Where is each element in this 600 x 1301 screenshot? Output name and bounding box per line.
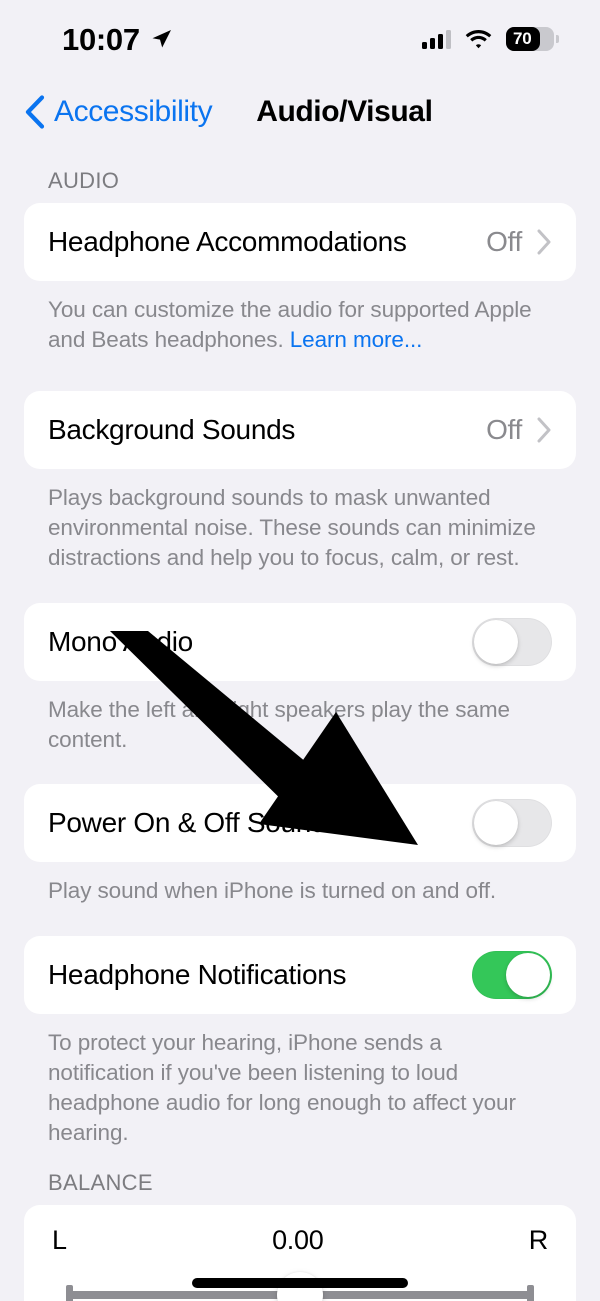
toggle-knob	[474, 619, 518, 664]
chevron-right-icon	[537, 229, 551, 255]
balance-left-label: L	[52, 1225, 67, 1256]
row-label: Headphone Notifications	[48, 959, 347, 991]
card-background-sounds: Background Sounds Off	[24, 390, 576, 469]
chevron-left-icon	[25, 95, 45, 129]
cellular-bars-icon	[422, 29, 451, 49]
card-mono-audio: Mono Audio	[24, 602, 576, 681]
footer-headphone-accommodations: You can customize the audio for supporte…	[24, 281, 576, 355]
row-mono-audio[interactable]: Mono Audio	[24, 603, 576, 681]
row-label: Mono Audio	[48, 625, 193, 657]
slider-cap-left	[66, 1285, 73, 1301]
page-title: Audio/Visual	[256, 95, 433, 128]
battery-icon: 70	[506, 27, 559, 51]
footer-headphone-notifications: To protect your hearing, iPhone sends a …	[48, 1030, 516, 1146]
row-headphone-accommodations[interactable]: Headphone Accommodations Off	[24, 203, 576, 281]
home-indicator	[192, 1278, 408, 1288]
row-label: Headphone Accommodations	[48, 226, 407, 257]
balance-labels: L 0.00 R	[46, 1225, 554, 1256]
row-value: Off	[486, 413, 522, 445]
battery-level-label: 70	[513, 29, 532, 48]
slider-cap-right	[527, 1285, 534, 1301]
toggle-knob	[506, 953, 550, 998]
toggle-mono-audio[interactable]	[472, 617, 552, 666]
footer-background-sounds: Plays background sounds to mask unwanted…	[48, 484, 536, 570]
back-button[interactable]: Accessibility	[24, 95, 213, 129]
toggle-headphone-notifications[interactable]	[472, 951, 552, 1000]
chevron-right-icon	[537, 417, 551, 443]
footer-power-sounds: Play sound when iPhone is turned on and …	[48, 878, 497, 904]
balance-right-label: R	[528, 1225, 549, 1256]
row-label: Power On & Off Sounds	[48, 807, 341, 839]
row-background-sounds[interactable]: Background Sounds Off	[24, 391, 576, 469]
footer-mono-audio: Make the left and right speakers play th…	[48, 696, 510, 752]
navigation-bar: Accessibility Audio/Visual	[0, 78, 600, 146]
back-button-label: Accessibility	[54, 95, 213, 128]
row-headphone-notifications[interactable]: Headphone Notifications	[24, 936, 576, 1014]
battery-cap	[556, 35, 559, 43]
status-bar-right: 70	[422, 27, 559, 51]
balance-value: 0.00	[272, 1225, 324, 1256]
section-header-balance: BALANCE	[48, 1170, 153, 1196]
wifi-icon	[465, 30, 492, 49]
row-value: Off	[486, 226, 522, 257]
status-bar-clock: 10:07	[62, 21, 140, 57]
location-arrow-icon	[152, 30, 171, 48]
card-power-sounds: Power On & Off Sounds	[24, 784, 576, 863]
card-headphone-notifications: Headphone Notifications	[24, 936, 576, 1015]
row-label: Background Sounds	[48, 413, 296, 445]
card-headphone-accommodations: Headphone Accommodations Off	[24, 203, 576, 281]
settings-list: AUDIO Headphone Accommodations Off You c…	[0, 146, 600, 1301]
section-header-audio: AUDIO	[48, 168, 120, 193]
toggle-knob	[474, 801, 518, 846]
toggle-power-on-off-sounds[interactable]	[472, 799, 552, 848]
row-power-on-off-sounds[interactable]: Power On & Off Sounds	[24, 784, 576, 862]
learn-more-link[interactable]: Learn more...	[290, 327, 423, 352]
status-bar: 10:07 70	[0, 0, 600, 78]
status-bar-left: 10:07	[62, 24, 173, 55]
